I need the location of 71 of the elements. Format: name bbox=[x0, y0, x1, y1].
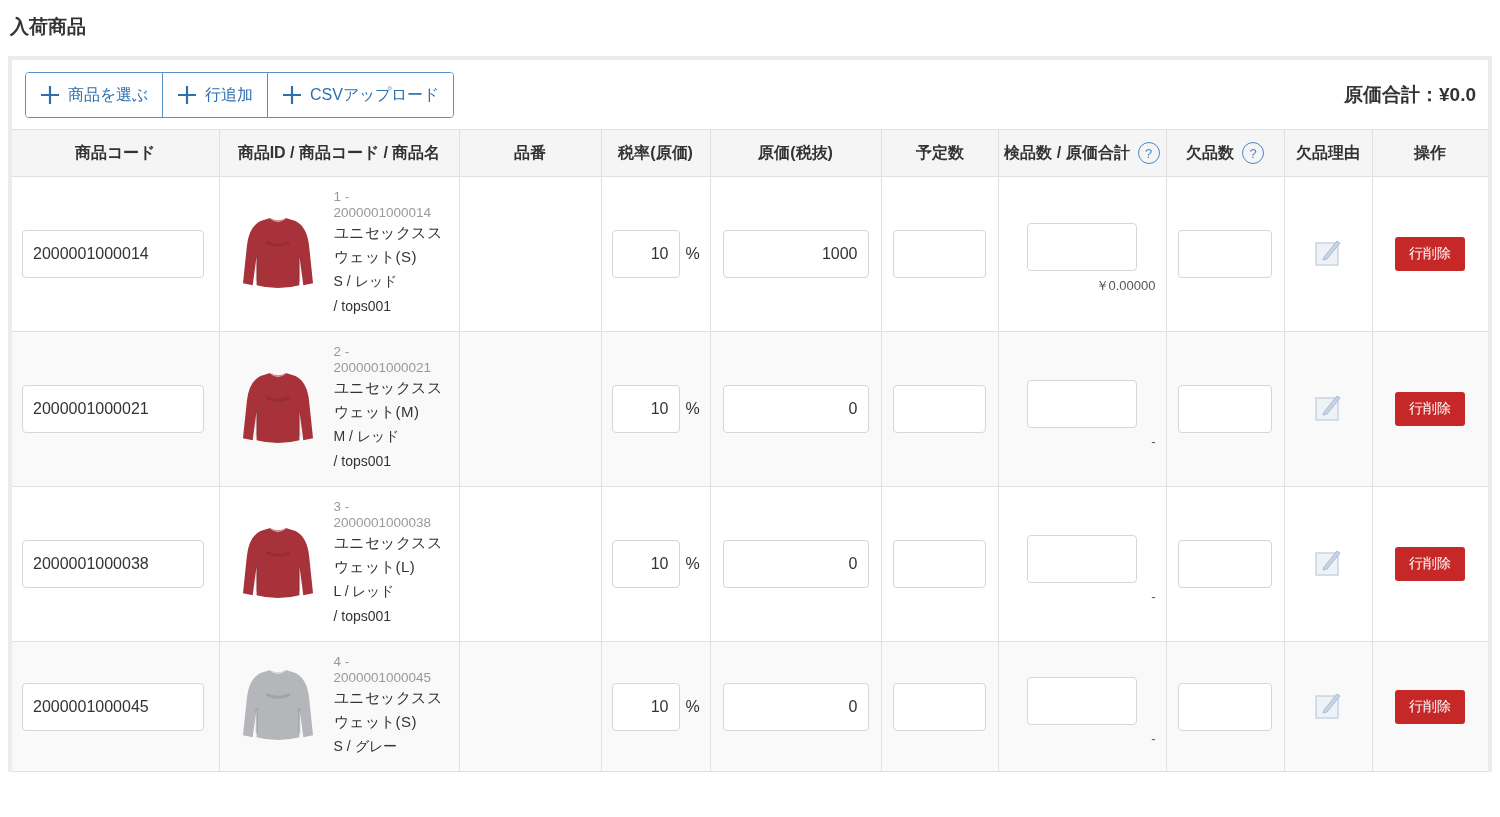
product-code-field[interactable]: 2000001000038 bbox=[22, 540, 204, 588]
product-name: ユニセックススウェット(S) bbox=[333, 688, 443, 732]
header-label: 欠品数 bbox=[1186, 142, 1234, 163]
percent-unit: % bbox=[685, 400, 700, 418]
delete-row-button[interactable]: 行削除 bbox=[1395, 689, 1466, 724]
product-sku: / tops001 bbox=[333, 607, 393, 626]
product-code: 2000001000021 bbox=[333, 360, 433, 376]
inspected-qty-field[interactable] bbox=[1027, 677, 1137, 725]
header-label: 検品数 / 原価合計 bbox=[1004, 142, 1130, 163]
planned-qty-field[interactable] bbox=[893, 230, 986, 278]
plus-icon bbox=[177, 85, 197, 105]
percent-unit: % bbox=[685, 245, 700, 263]
header-label: 予定数 bbox=[915, 142, 964, 163]
inspected-qty-field[interactable] bbox=[1027, 379, 1137, 428]
planned-qty-field[interactable] bbox=[893, 540, 986, 588]
percent-unit: % bbox=[685, 697, 700, 716]
cost-subtotal: ￥0.00000 bbox=[1095, 277, 1156, 295]
product-name: ユニセックススウェット(M) bbox=[333, 378, 443, 422]
percent-unit: % bbox=[685, 555, 700, 573]
plus-icon bbox=[40, 85, 60, 105]
cost-field[interactable]: 1000 bbox=[722, 230, 869, 278]
delete-row-button[interactable]: 行削除 bbox=[1395, 237, 1466, 271]
header-label: 欠品理由 bbox=[1296, 142, 1360, 163]
header-label: 商品コード bbox=[75, 142, 156, 163]
product-name: ユニセックススウェット(S) bbox=[333, 223, 443, 267]
tax-rate-field[interactable]: 10 bbox=[611, 385, 680, 433]
inspected-qty-field[interactable] bbox=[1027, 534, 1137, 583]
header-label: 操作 bbox=[1414, 142, 1447, 163]
cost-field[interactable]: 0 bbox=[722, 385, 869, 433]
product-variant: L / レッド bbox=[333, 582, 396, 601]
planned-qty-field[interactable] bbox=[893, 682, 986, 731]
shortage-qty-field[interactable] bbox=[1178, 682, 1272, 731]
delete-row-button[interactable]: 行削除 bbox=[1395, 392, 1466, 426]
product-sku: / tops001 bbox=[333, 452, 393, 471]
tax-rate-field[interactable]: 10 bbox=[611, 230, 680, 278]
product-id: 2 - bbox=[333, 344, 351, 360]
shortage-qty-field[interactable] bbox=[1178, 540, 1272, 588]
tax-rate-field[interactable]: 10 bbox=[611, 540, 680, 588]
product-id: 1 - bbox=[333, 189, 351, 205]
product-name: ユニセックススウェット(L) bbox=[333, 533, 443, 577]
tax-rate-field[interactable]: 10 bbox=[611, 682, 680, 731]
header-label: 商品ID / 商品コード / 商品名 bbox=[237, 142, 441, 163]
section-title: 入荷商品 bbox=[8, 15, 87, 39]
product-id: 4 - bbox=[333, 654, 351, 670]
product-variant: S / レッド bbox=[333, 272, 398, 291]
header-label: 原価(税抜) bbox=[758, 142, 833, 163]
shortage-qty-field[interactable] bbox=[1178, 385, 1272, 433]
product-id: 3 - bbox=[333, 499, 351, 515]
cost-field[interactable]: 0 bbox=[722, 540, 869, 588]
add-button[interactable]: CSVアップロード bbox=[267, 73, 453, 117]
inspected-qty-field[interactable] bbox=[1027, 223, 1137, 271]
product-variant: M / レッド bbox=[333, 427, 400, 446]
product-code: 2000001000045 bbox=[333, 670, 433, 686]
product-code-field[interactable]: 2000001000021 bbox=[22, 385, 204, 433]
header-label: 税率(原価) bbox=[618, 142, 693, 163]
planned-qty-field[interactable] bbox=[893, 385, 986, 433]
cost-subtotal: - bbox=[1151, 588, 1156, 604]
cost-field[interactable]: 0 bbox=[722, 682, 869, 731]
cost-total: 原価合計：¥0.0 bbox=[1344, 83, 1476, 107]
product-code: 2000001000014 bbox=[333, 205, 433, 221]
shortage-qty-field[interactable] bbox=[1178, 230, 1272, 278]
cost-subtotal: - bbox=[1151, 433, 1156, 449]
cost-subtotal: - bbox=[1151, 731, 1156, 746]
header-label: 品番 bbox=[514, 142, 546, 163]
product-code-field[interactable]: 2000001000014 bbox=[22, 230, 204, 278]
product-variant: S / グレー bbox=[333, 737, 398, 756]
delete-row-button[interactable]: 行削除 bbox=[1395, 547, 1466, 581]
product-sku: / tops001 bbox=[333, 297, 393, 316]
product-code-field[interactable]: 2000001000045 bbox=[22, 682, 204, 731]
plus-icon bbox=[282, 85, 302, 105]
product-code: 2000001000038 bbox=[333, 515, 433, 531]
